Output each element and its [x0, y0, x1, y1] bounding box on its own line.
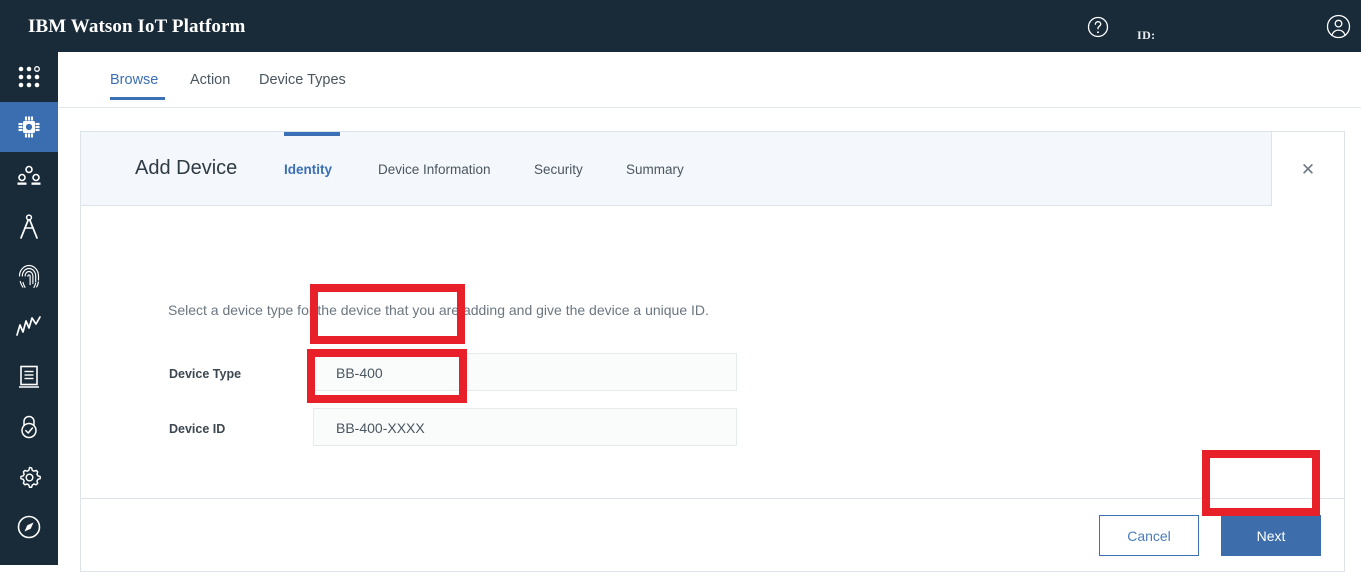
tab-browse[interactable]: Browse [110, 72, 158, 88]
panel-header: Add Device Identity Device Information S… [81, 132, 1344, 206]
close-panel-button[interactable]: ✕ [1271, 132, 1344, 206]
account-id-label: ID: [1137, 28, 1156, 42]
app-title: IBM Watson IoT Platform [28, 16, 246, 37]
sidebar-item-analytics[interactable] [0, 302, 58, 352]
sidebar-item-apps[interactable] [0, 52, 58, 102]
sidebar-item-logs[interactable] [0, 352, 58, 402]
sidebar-item-settings[interactable] [0, 452, 58, 502]
tab-browse-active-underline [110, 97, 165, 100]
step-summary[interactable]: Summary [626, 162, 684, 177]
device-type-value: BB-400 [336, 365, 383, 381]
step-device-information[interactable]: Device Information [378, 162, 491, 177]
panel-title: Add Device [135, 157, 238, 179]
sidebar-item-explore[interactable] [0, 502, 58, 552]
panel-body: Select a device type for the device that… [81, 206, 1344, 499]
next-button[interactable]: Next [1221, 515, 1321, 556]
sidebar-item-risk[interactable] [0, 252, 58, 302]
tab-action[interactable]: Action [190, 72, 230, 88]
fingerprint-icon [16, 263, 42, 291]
panel-footer: Cancel Next [81, 498, 1344, 571]
compass-drafting-icon [16, 213, 42, 241]
sidebar-item-security[interactable] [0, 402, 58, 452]
device-id-label: Device ID [169, 422, 226, 436]
analytics-line-icon [15, 315, 43, 339]
device-chip-icon [15, 113, 43, 141]
sidebar-item-devices[interactable] [0, 102, 58, 152]
users-group-icon [16, 164, 42, 190]
add-device-panel: Add Device Identity Device Information S… [80, 131, 1345, 572]
step-security[interactable]: Security [534, 162, 583, 177]
gear-icon [16, 464, 43, 491]
main-content: Browse Action Device Types Add Device Id… [58, 52, 1361, 572]
left-sidebar [0, 52, 58, 565]
user-avatar-icon[interactable] [1326, 14, 1351, 39]
step-identity-active-bar [284, 132, 340, 136]
lock-check-icon [16, 413, 42, 441]
document-board-icon [17, 364, 41, 390]
apps-grid-icon [16, 64, 42, 90]
help-circle-icon[interactable] [1087, 16, 1109, 38]
step-identity[interactable]: Identity [284, 162, 332, 177]
sidebar-item-members[interactable] [0, 152, 58, 202]
compass-navigation-icon [16, 514, 42, 540]
close-x-icon: ✕ [1300, 159, 1316, 179]
device-type-label: Device Type [169, 367, 242, 381]
device-id-value: BB-400-XXXX [336, 420, 425, 436]
tab-device-types[interactable]: Device Types [259, 72, 346, 88]
nav-tab-bar: Browse Action Device Types [58, 52, 1361, 108]
device-id-input[interactable]: BB-400-XXXX [313, 408, 737, 446]
cancel-button[interactable]: Cancel [1099, 515, 1199, 556]
device-type-input[interactable]: BB-400 [313, 353, 737, 391]
panel-intro-text: Select a device type for the device that… [168, 302, 709, 318]
sidebar-item-boards[interactable] [0, 202, 58, 252]
top-header-bar: IBM Watson IoT Platform ID: [0, 0, 1361, 52]
